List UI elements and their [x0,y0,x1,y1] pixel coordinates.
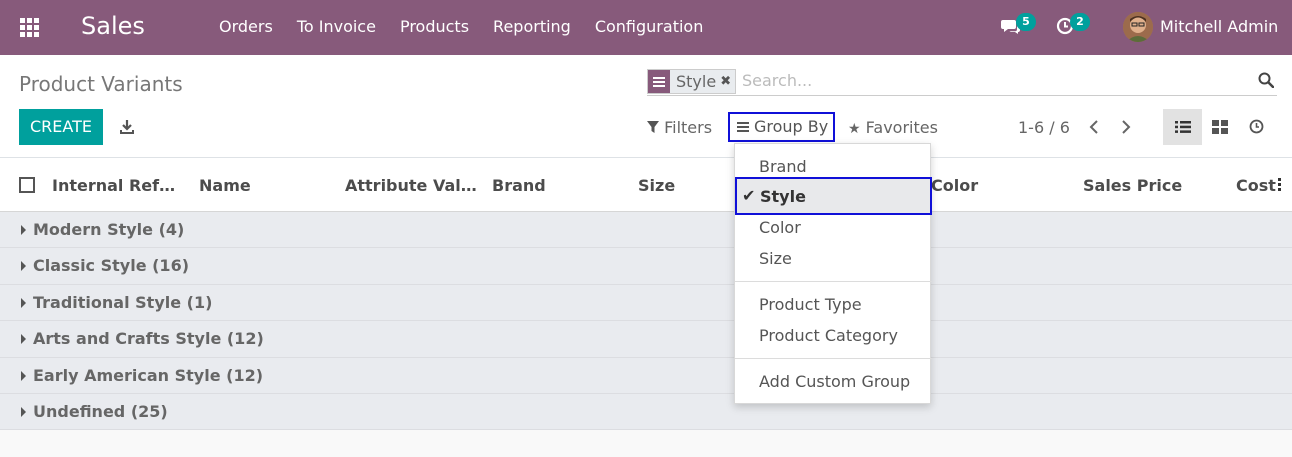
search-icon[interactable] [1258,72,1275,92]
favorites-label: Favorites [865,118,938,137]
group-row[interactable]: Classic Style (16) [0,248,1292,285]
activities-count-badge: 2 [1070,13,1090,31]
favorites-button[interactable]: ★ Favorites [848,118,938,137]
col-color[interactable]: Color [931,176,978,195]
filter-icon [647,121,659,133]
group-row[interactable]: Modern Style (4) [0,212,1292,249]
menu-item-products[interactable]: Products [388,17,481,36]
search-bar: Style ✖ [647,68,1277,96]
menu-item-configuration[interactable]: Configuration [583,17,716,36]
pager-value[interactable]: 1-6 / 6 [1018,118,1070,137]
main-menu: Orders To Invoice Products Reporting Con… [207,17,715,36]
star-icon: ★ [848,121,861,137]
groupby-button[interactable]: Group By [728,112,835,142]
list-view-icon [1174,121,1191,133]
group-label: Traditional Style (1) [33,292,213,312]
facet-value: Style [676,72,717,91]
group-label: Classic Style (16) [33,256,190,276]
group-label: Undefined (25) [33,401,168,421]
group-label: Modern Style (4) [33,220,185,239]
dropdown-divider [735,358,932,359]
kanban-view-icon[interactable] [1212,119,1228,138]
create-button[interactable]: CREATE [19,109,103,145]
group-row[interactable]: Early American Style (12) [0,357,1292,394]
groupby-facet-icon [648,70,670,93]
col-internal-reference[interactable]: Internal Ref… [52,176,175,195]
caret-right-icon [21,334,26,345]
caret-right-icon [21,370,26,381]
menu-item-to-invoice[interactable]: To Invoice [285,17,388,36]
apps-menu-icon[interactable] [20,18,40,37]
user-menu[interactable]: Mitchell Admin [1160,17,1278,36]
groupby-option-size[interactable]: Size [759,249,792,268]
groupby-dropdown: Brand ✔ Style Color Size Product Type Pr… [734,143,932,404]
chevron-left-icon[interactable] [1087,119,1101,139]
add-custom-group[interactable]: Add Custom Group [759,372,910,391]
top-navbar: Sales Orders To Invoice Products Reporti… [0,0,1292,55]
col-sales-price[interactable]: Sales Price [1083,176,1182,195]
search-input[interactable] [742,71,1242,90]
download-icon[interactable] [119,119,135,139]
control-panel: Product Variants Style ✖ CREATE Filters … [0,55,1292,158]
caret-right-icon [21,297,26,308]
group-row[interactable]: Traditional Style (1) [0,284,1292,322]
groupby-option-product-type[interactable]: Product Type [759,295,862,314]
list-view-button[interactable] [1163,109,1202,145]
list-header: Internal Ref… Name Attribute Val… Brand … [0,158,1292,212]
caret-right-icon [21,406,26,417]
activity-view-icon[interactable] [1249,119,1264,138]
menu-item-orders[interactable]: Orders [207,17,285,36]
groupby-option-product-category[interactable]: Product Category [759,326,898,345]
chevron-right-icon[interactable] [1119,119,1133,139]
groupby-option-color[interactable]: Color [759,218,801,237]
search-facet-groupby[interactable]: Style ✖ [647,69,737,94]
caret-right-icon [21,225,26,235]
app-brand[interactable]: Sales [81,12,145,40]
group-row[interactable]: Arts and Crafts Style (12) [0,321,1292,358]
messages-count-badge: 5 [1016,13,1036,31]
dropdown-divider [735,281,932,282]
groupby-option-brand[interactable]: Brand [759,157,807,176]
avatar[interactable] [1123,12,1153,42]
remove-facet-icon[interactable]: ✖ [720,74,735,89]
filters-button[interactable]: Filters [647,118,712,137]
groupby-bars-icon [737,122,749,132]
groupby-option-style[interactable]: ✔ Style [735,177,932,215]
page-title: Product Variants [19,72,183,96]
col-brand[interactable]: Brand [492,176,546,195]
col-attribute-values[interactable]: Attribute Val… [345,176,477,195]
group-label: Arts and Crafts Style (12) [33,329,264,349]
group-label: Early American Style (12) [33,365,264,385]
select-all-checkbox[interactable] [19,177,35,193]
caret-right-icon [21,261,26,272]
groupby-label: Group By [754,117,829,136]
col-name[interactable]: Name [199,176,251,195]
group-list: Modern Style (4) Classic Style (16) Trad… [0,212,1292,431]
groupby-option-style-label: Style [760,187,806,206]
col-size[interactable]: Size [638,176,675,195]
checkmark-icon: ✔ [742,186,756,205]
menu-item-reporting[interactable]: Reporting [481,17,583,36]
group-row[interactable]: Undefined (25) [0,393,1292,431]
col-cost[interactable]: Cost [1236,176,1276,195]
filters-label: Filters [664,118,713,137]
column-options-icon[interactable] [1278,178,1281,191]
